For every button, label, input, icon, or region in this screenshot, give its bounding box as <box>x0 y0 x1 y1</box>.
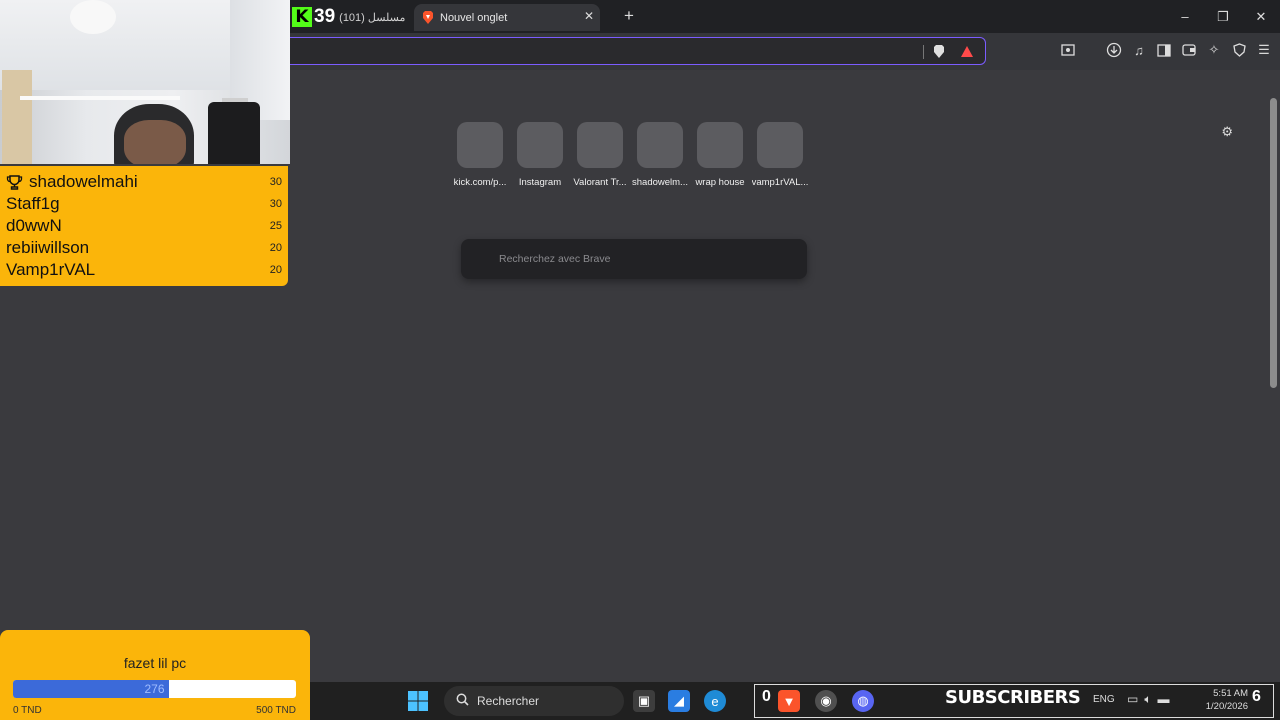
windows-start-icon[interactable] <box>408 691 428 711</box>
menu-icon[interactable]: ☰ <box>1256 41 1272 59</box>
leaderboard-row: Staff1g 30 <box>0 193 288 215</box>
webcam-streamer-face <box>124 120 186 164</box>
donation-goal-value: 276 <box>144 682 165 696</box>
brave-shields-icon[interactable] <box>931 43 947 59</box>
top-site-label: Instagram <box>518 177 562 188</box>
top-site-icon <box>577 122 623 168</box>
top-site-icon <box>517 122 563 168</box>
donation-goal-max: 500 TND <box>256 705 296 716</box>
donation-goal-title: fazet lil pc <box>123 655 187 671</box>
new-tab-page: kick.com/p... Instagram Valorant Tr... s… <box>290 70 1270 680</box>
browser-tab-bar: K 39 مسلسل (101) Nouvel onglet ✕ + – ❐ ✕ <box>290 0 1280 33</box>
top-site-label: vamp1rVAL... <box>751 177 809 188</box>
download-icon[interactable] <box>1106 41 1122 59</box>
screenshot-icon[interactable] <box>1060 41 1076 59</box>
top-site-tile[interactable]: shadowelm... <box>630 122 690 188</box>
toolbar-right-icons: ♫ ✧ ☰ <box>1106 41 1272 59</box>
wallet-icon[interactable] <box>1181 41 1197 59</box>
sidebar-icon[interactable] <box>1156 41 1172 59</box>
address-bar-divider <box>923 45 924 59</box>
tab-kick[interactable]: K 39 مسلسل (101) <box>290 2 412 32</box>
volume-icon[interactable]: 🔈︎ <box>1144 692 1151 707</box>
battery-icon[interactable]: ▬ <box>1158 692 1170 707</box>
leaderboard-row: shadowelmahi 30 <box>0 171 288 193</box>
system-tray: ▭ 🔈︎ ▬ <box>1127 692 1170 707</box>
tab-kick-title: مسلسل (101) <box>339 11 406 24</box>
leaderboard-name: Vamp1rVAL <box>6 260 96 279</box>
taskbar-search[interactable]: Rechercher <box>444 686 624 716</box>
leaderboard-name: rebiiwillson <box>6 238 90 257</box>
donation-goal-overlay: fazet lil pc 276 0 TND 500 TND <box>0 630 310 720</box>
webcam-chair <box>208 102 260 164</box>
task-view-icon[interactable]: ▣ <box>633 690 655 712</box>
leaderboard-score: 25 <box>269 220 282 232</box>
language-indicator[interactable]: ENG <box>1093 694 1115 705</box>
subscribers-right-count: 6 <box>1252 688 1261 705</box>
leo-ai-icon[interactable]: ✧ <box>1206 41 1222 59</box>
leaderboard-row: d0wwN 25 <box>0 215 288 237</box>
page-scrollbar[interactable] <box>1270 98 1277 388</box>
window-controls: – ❐ ✕ <box>1166 0 1280 33</box>
kick-viewer-count: 39 <box>314 6 336 27</box>
leaderboard-score: 30 <box>269 176 282 188</box>
leaderboard-name: d0wwN <box>6 216 62 235</box>
top-site-tile[interactable]: kick.com/p... <box>450 122 510 188</box>
browser-toolbar: ♫ ✧ ☰ <box>290 33 1280 70</box>
webcam-overlay <box>0 0 290 164</box>
close-window-button[interactable]: ✕ <box>1242 0 1280 33</box>
toolbar-extensions <box>1060 41 1076 59</box>
address-bar[interactable] <box>290 37 986 65</box>
top-site-tile[interactable]: vamp1rVAL... <box>750 122 810 188</box>
brave-rewards-icon[interactable] <box>959 43 975 59</box>
leaderboard-overlay: shadowelmahi 30 Staff1g 30 d0wwN 25 rebi… <box>0 166 288 286</box>
donation-goal-min: 0 TND <box>13 705 42 716</box>
top-site-label: kick.com/p... <box>453 177 507 188</box>
kick-logo-icon: K <box>292 7 312 27</box>
tab-new-tab[interactable]: Nouvel onglet ✕ <box>414 4 600 31</box>
leaderboard-name: Staff1g <box>6 194 60 213</box>
donation-goal-bar: 276 <box>13 680 296 698</box>
top-site-label: Valorant Tr... <box>573 177 627 188</box>
search-icon <box>456 693 469 709</box>
brave-lion-icon <box>423 11 433 24</box>
top-site-tile[interactable]: Valorant Tr... <box>570 122 630 188</box>
new-tab-button[interactable]: + <box>624 6 634 26</box>
minimize-button[interactable]: – <box>1166 0 1204 33</box>
vpn-shield-icon[interactable] <box>1231 41 1247 59</box>
leaderboard-name-cell: shadowelmahi <box>6 172 138 192</box>
clock[interactable]: 5:51 AM 1/20/2026 <box>1196 687 1248 713</box>
leaderboard-score: 30 <box>269 198 282 210</box>
tab-new-tab-title: Nouvel onglet <box>440 11 508 24</box>
leaderboard-row: Vamp1rVAL 20 <box>0 259 288 281</box>
app-icon[interactable]: ◢ <box>668 690 690 712</box>
top-site-tile[interactable]: Instagram <box>510 122 570 188</box>
edge-icon[interactable]: e <box>704 690 726 712</box>
webcam-ceiling-light <box>70 0 116 34</box>
top-site-icon <box>757 122 803 168</box>
top-site-icon <box>637 122 683 168</box>
top-site-tile[interactable]: wrap house <box>690 122 750 188</box>
subscribers-left-count: 0 <box>762 688 771 705</box>
leaderboard-score: 20 <box>269 242 282 254</box>
maximize-button[interactable]: ❐ <box>1204 0 1242 33</box>
network-icon[interactable]: ▭ <box>1127 692 1138 707</box>
ntp-settings-gear-icon[interactable]: ⚙ <box>1221 124 1233 140</box>
top-site-label: shadowelm... <box>632 177 688 188</box>
tab-close-icon[interactable]: ✕ <box>584 9 594 23</box>
trophy-icon <box>6 174 23 190</box>
media-icon[interactable]: ♫ <box>1131 41 1147 59</box>
clock-time: 5:51 AM <box>1213 688 1248 699</box>
clock-date: 1/20/2026 <box>1205 701 1248 712</box>
subscribers-label: SUBSCRIBERS <box>945 687 1081 708</box>
leaderboard-score: 20 <box>269 264 282 276</box>
top-sites: kick.com/p... Instagram Valorant Tr... s… <box>450 122 810 188</box>
leaderboard-row: rebiiwillson 20 <box>0 237 288 259</box>
top-site-icon <box>697 122 743 168</box>
screen: K 39 مسلسل (101) Nouvel onglet ✕ + – ❐ ✕ <box>0 0 1280 720</box>
ntp-search-input[interactable]: Recherchez avec Brave <box>461 239 807 279</box>
top-site-icon <box>457 122 503 168</box>
top-site-label: wrap house <box>695 177 745 188</box>
taskbar-search-label: Rechercher <box>477 694 540 708</box>
leaderboard-name: shadowelmahi <box>29 172 138 191</box>
